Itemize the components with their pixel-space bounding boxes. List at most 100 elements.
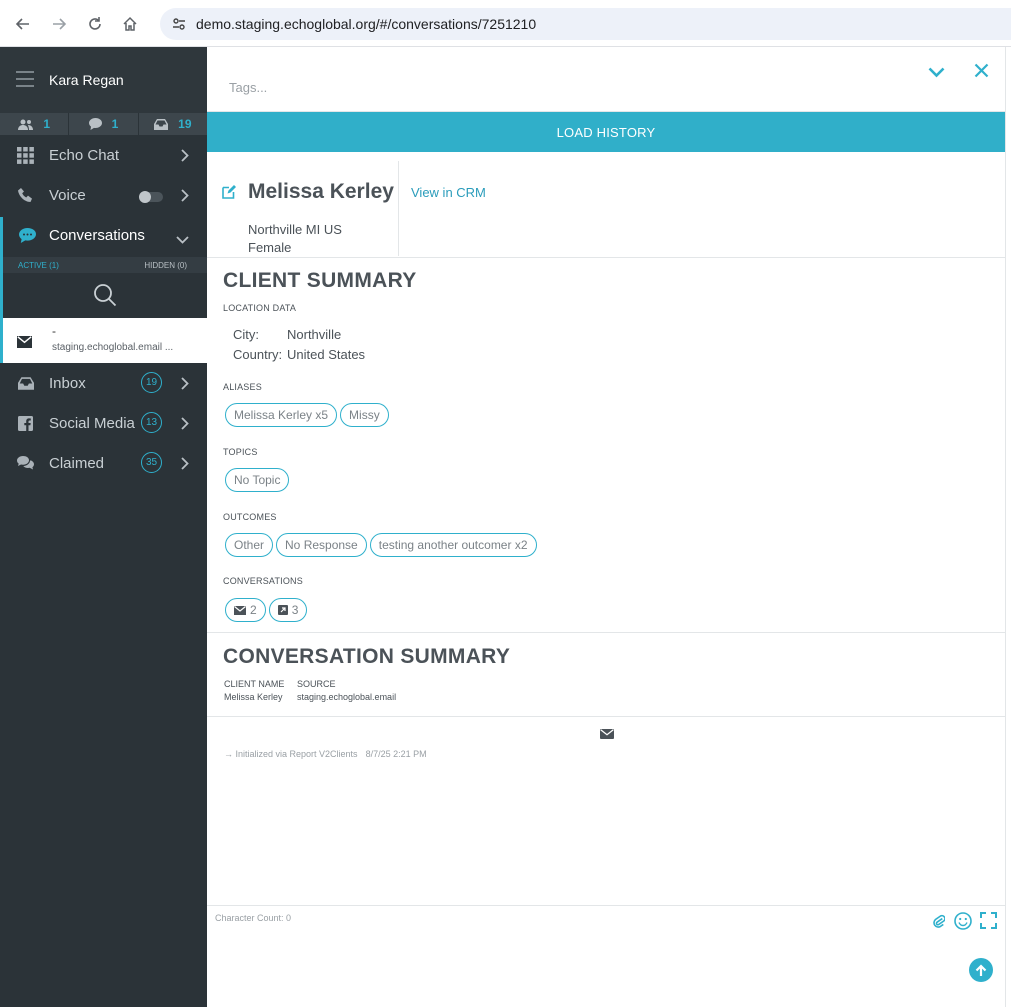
divider bbox=[207, 632, 1005, 633]
chat-icon bbox=[3, 227, 49, 243]
tab-hidden[interactable]: HIDDEN (0) bbox=[144, 261, 187, 270]
event-text: → Initialized via Report V2Clients bbox=[224, 749, 358, 759]
inbox-count[interactable]: 19 bbox=[139, 113, 207, 135]
alias-pill[interactable]: Melissa Kerley x5 bbox=[225, 403, 338, 427]
outcome-pill[interactable]: Other bbox=[225, 533, 274, 557]
browser-toolbar: demo.staging.echoglobal.org/#/conversati… bbox=[0, 0, 1011, 47]
address-bar[interactable]: demo.staging.echoglobal.org/#/conversati… bbox=[160, 8, 1011, 40]
inbox-tray-icon bbox=[0, 376, 49, 390]
site-settings-icon[interactable] bbox=[164, 16, 194, 32]
tab-active[interactable]: ACTIVE (1) bbox=[18, 261, 59, 270]
outcomes-label: OUTCOMES bbox=[223, 512, 277, 522]
client-gender: Female bbox=[248, 240, 292, 255]
conversations-label: CONVERSATIONS bbox=[223, 576, 303, 586]
conversation-panel: LOAD HISTORY Melissa Kerley Northville M… bbox=[207, 47, 1005, 1007]
home-icon[interactable] bbox=[118, 12, 142, 36]
fullscreen-icon[interactable] bbox=[980, 912, 997, 934]
sidebar-item-conversations[interactable]: Conversations bbox=[3, 215, 207, 255]
client-name: Melissa Kerley bbox=[248, 180, 394, 203]
sidebar-item-inbox[interactable]: Inbox 19 bbox=[0, 363, 207, 403]
chat-bubble-icon bbox=[88, 118, 102, 130]
mail-icon bbox=[17, 335, 32, 353]
edit-icon[interactable] bbox=[222, 185, 236, 204]
counts-bar: 1 1 19 bbox=[0, 113, 207, 135]
topics-label: TOPICS bbox=[223, 447, 258, 457]
conversation-summary-title: CONVERSATION SUMMARY bbox=[223, 645, 511, 668]
chevron-right-icon bbox=[181, 189, 189, 206]
client-name-label: CLIENT NAME bbox=[224, 679, 285, 689]
chats-count[interactable]: 1 bbox=[69, 113, 139, 135]
forward-icon[interactable] bbox=[47, 12, 71, 36]
back-icon[interactable] bbox=[11, 12, 35, 36]
aliases-list: Melissa Kerley x5 Missy bbox=[225, 403, 392, 427]
user-name: Kara Regan bbox=[49, 72, 124, 88]
chevron-right-icon bbox=[181, 457, 189, 474]
scroll-to-top-button[interactable] bbox=[969, 958, 993, 982]
outcome-pill[interactable]: No Response bbox=[276, 533, 367, 557]
facebook-icon bbox=[0, 415, 49, 431]
chevron-right-icon bbox=[181, 377, 189, 394]
location-data-label: LOCATION DATA bbox=[223, 303, 297, 313]
reload-icon[interactable] bbox=[83, 12, 107, 36]
event-timestamp: 8/7/25 2:21 PM bbox=[365, 749, 427, 759]
topics-list: No Topic bbox=[225, 468, 292, 492]
source-value: staging.echoglobal.email bbox=[297, 692, 397, 702]
claimed-badge: 35 bbox=[141, 452, 162, 473]
users-count[interactable]: 1 bbox=[0, 113, 70, 135]
outcome-pill[interactable]: testing another outcomer x2 bbox=[369, 533, 537, 557]
sidebar: Kara Regan 1 1 19 Echo Chat Voice Conver… bbox=[0, 47, 207, 1007]
phone-icon bbox=[0, 187, 49, 203]
url-text: demo.staging.echoglobal.org/#/conversati… bbox=[196, 16, 537, 32]
tags-input[interactable] bbox=[229, 80, 629, 95]
composer-divider bbox=[207, 905, 1005, 906]
city-value: Northville bbox=[287, 327, 342, 342]
voice-toggle[interactable] bbox=[139, 191, 163, 203]
divider bbox=[398, 161, 399, 256]
social-media-badge: 13 bbox=[141, 412, 162, 433]
hamburger-menu-icon[interactable] bbox=[16, 71, 34, 87]
window-edge bbox=[1005, 47, 1011, 1007]
conversation-source: staging.echoglobal.email ... bbox=[52, 342, 174, 353]
view-in-crm-link[interactable]: View in CRM bbox=[411, 185, 486, 200]
email-conversations-pill[interactable]: 2 bbox=[225, 598, 266, 622]
search-icon[interactable] bbox=[93, 283, 117, 307]
inbox-tray-icon bbox=[154, 118, 169, 130]
client-location: Northville MI US bbox=[248, 222, 342, 237]
arrow-up-icon bbox=[975, 963, 987, 976]
comments-icon bbox=[0, 456, 49, 470]
user-header: Kara Regan bbox=[0, 47, 207, 113]
city-key: City: bbox=[233, 327, 259, 342]
client-header: Melissa Kerley Northville MI US Female V… bbox=[207, 152, 1005, 258]
chevron-right-icon bbox=[181, 149, 189, 166]
chevron-down-icon bbox=[176, 231, 189, 248]
load-history-button[interactable]: LOAD HISTORY bbox=[207, 112, 1005, 152]
conversation-search[interactable] bbox=[3, 273, 207, 317]
topic-pill[interactable]: No Topic bbox=[225, 468, 290, 492]
sidebar-item-voice[interactable]: Voice bbox=[0, 175, 207, 215]
emoji-icon[interactable] bbox=[954, 912, 972, 935]
divider bbox=[207, 716, 1005, 717]
close-icon[interactable] bbox=[974, 63, 989, 83]
chevron-down-icon[interactable] bbox=[928, 65, 945, 83]
tags-bar bbox=[207, 47, 1005, 112]
conversation-filter-tabs: ACTIVE (1) HIDDEN (0) bbox=[3, 257, 207, 273]
country-key: Country: bbox=[233, 347, 283, 362]
sidebar-item-social-media[interactable]: Social Media 13 bbox=[0, 403, 207, 443]
alias-pill[interactable]: Missy bbox=[340, 403, 389, 427]
sidebar-item-claimed[interactable]: Claimed 35 bbox=[0, 443, 207, 483]
conversation-list-item[interactable]: - staging.echoglobal.email ... bbox=[3, 318, 207, 363]
grid-icon bbox=[0, 146, 49, 164]
paperclip-icon[interactable] bbox=[933, 913, 946, 933]
conversations-list: 2 3 bbox=[225, 598, 310, 622]
source-label: SOURCE bbox=[297, 679, 336, 689]
mail-icon bbox=[600, 726, 614, 744]
users-icon bbox=[18, 119, 34, 130]
conversation-event: → Initialized via Report V2Clients 8/7/25… bbox=[224, 749, 427, 759]
country-value: United States bbox=[287, 347, 366, 362]
aliases-label: ALIASES bbox=[223, 382, 262, 392]
client-summary-title: CLIENT SUMMARY bbox=[223, 269, 417, 292]
outcomes-list: Other No Response testing another outcom… bbox=[225, 533, 540, 557]
sidebar-item-echo-chat[interactable]: Echo Chat bbox=[0, 135, 207, 175]
external-conversations-pill[interactable]: 3 bbox=[268, 598, 308, 622]
chevron-right-icon bbox=[181, 417, 189, 434]
